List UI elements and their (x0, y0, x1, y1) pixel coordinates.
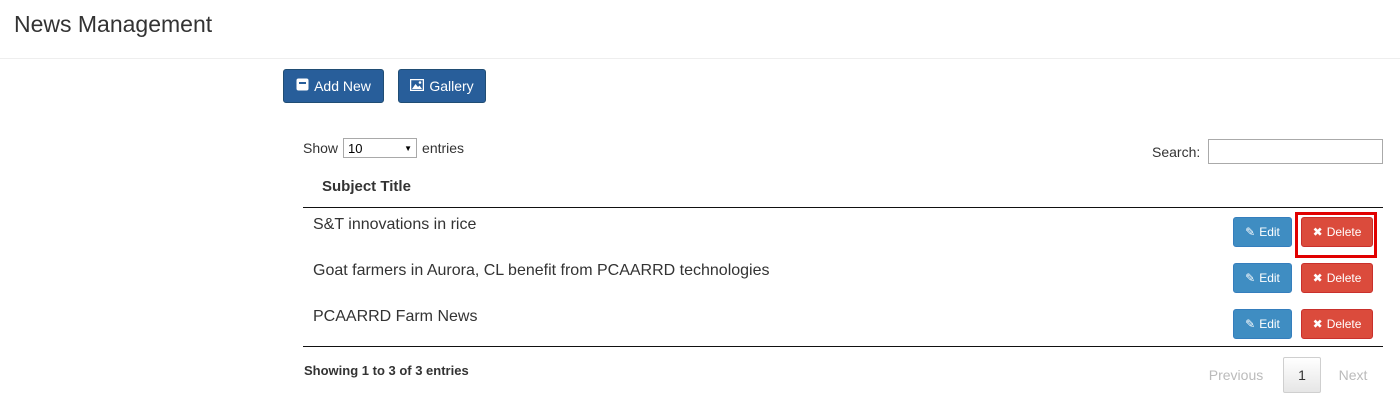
search-control: Search: (1152, 139, 1384, 164)
page-length-select[interactable]: 10 ▼ (343, 138, 418, 158)
pagination-page-1[interactable]: 1 (1283, 357, 1321, 393)
edit-button[interactable]: ✎ Edit (1233, 263, 1292, 293)
close-icon: ✖ (1312, 225, 1323, 239)
pagination-next[interactable]: Next (1325, 357, 1381, 393)
edit-label: Edit (1259, 271, 1280, 285)
search-label: Search: (1152, 143, 1201, 160)
edit-label: Edit (1259, 317, 1280, 331)
delete-label: Delete (1326, 317, 1362, 331)
column-header-subject-title[interactable]: Subject Title (322, 178, 411, 195)
page-length-control: Show 10 ▼ entries (303, 138, 464, 158)
show-label: Show (303, 140, 339, 156)
caret-down-icon: ▼ (404, 143, 413, 153)
delete-button[interactable]: ✖ Delete (1301, 263, 1373, 293)
row-title: PCAARRD Farm News (313, 308, 478, 325)
gallery-button[interactable]: Gallery (398, 69, 486, 103)
delete-label: Delete (1326, 271, 1362, 285)
edit-icon: ✎ (1245, 317, 1256, 331)
entries-label: entries (422, 140, 465, 156)
delete-button[interactable]: ✖ Delete (1295, 212, 1377, 258)
table-row: Goat farmers in Aurora, CL benefit from … (303, 254, 1383, 300)
picture-icon (410, 78, 425, 94)
add-new-label: Add New (314, 78, 371, 94)
row-title: Goat farmers in Aurora, CL benefit from … (313, 262, 770, 279)
edit-icon: ✎ (1245, 225, 1256, 239)
pagination-previous[interactable]: Previous (1192, 357, 1280, 393)
delete-label: Delete (1326, 225, 1362, 239)
edit-button[interactable]: ✎ Edit (1233, 217, 1292, 247)
edit-icon: ✎ (1245, 271, 1256, 285)
row-title: S&T innovations in rice (313, 216, 477, 233)
add-new-button[interactable]: Add New (283, 69, 384, 103)
page-length-value: 10 (348, 140, 363, 156)
archive-icon (296, 78, 309, 94)
page-header: News Management (0, 0, 1400, 59)
search-input[interactable] (1208, 139, 1384, 164)
close-icon: ✖ (1312, 271, 1323, 285)
page-title: News Management (14, 11, 213, 37)
table-footer-divider (303, 346, 1383, 347)
table-info: Showing 1 to 3 of 3 entries (304, 363, 469, 378)
delete-button[interactable]: ✖ Delete (1301, 309, 1373, 339)
table-row: S&T innovations in rice ✎ Edit ✖ Delete (303, 208, 1383, 258)
edit-label: Edit (1259, 225, 1280, 239)
table-row: PCAARRD Farm News ✎ Edit ✖ Delete (303, 300, 1383, 346)
gallery-label: Gallery (429, 78, 474, 94)
close-icon: ✖ (1312, 317, 1323, 331)
edit-button[interactable]: ✎ Edit (1233, 309, 1292, 339)
